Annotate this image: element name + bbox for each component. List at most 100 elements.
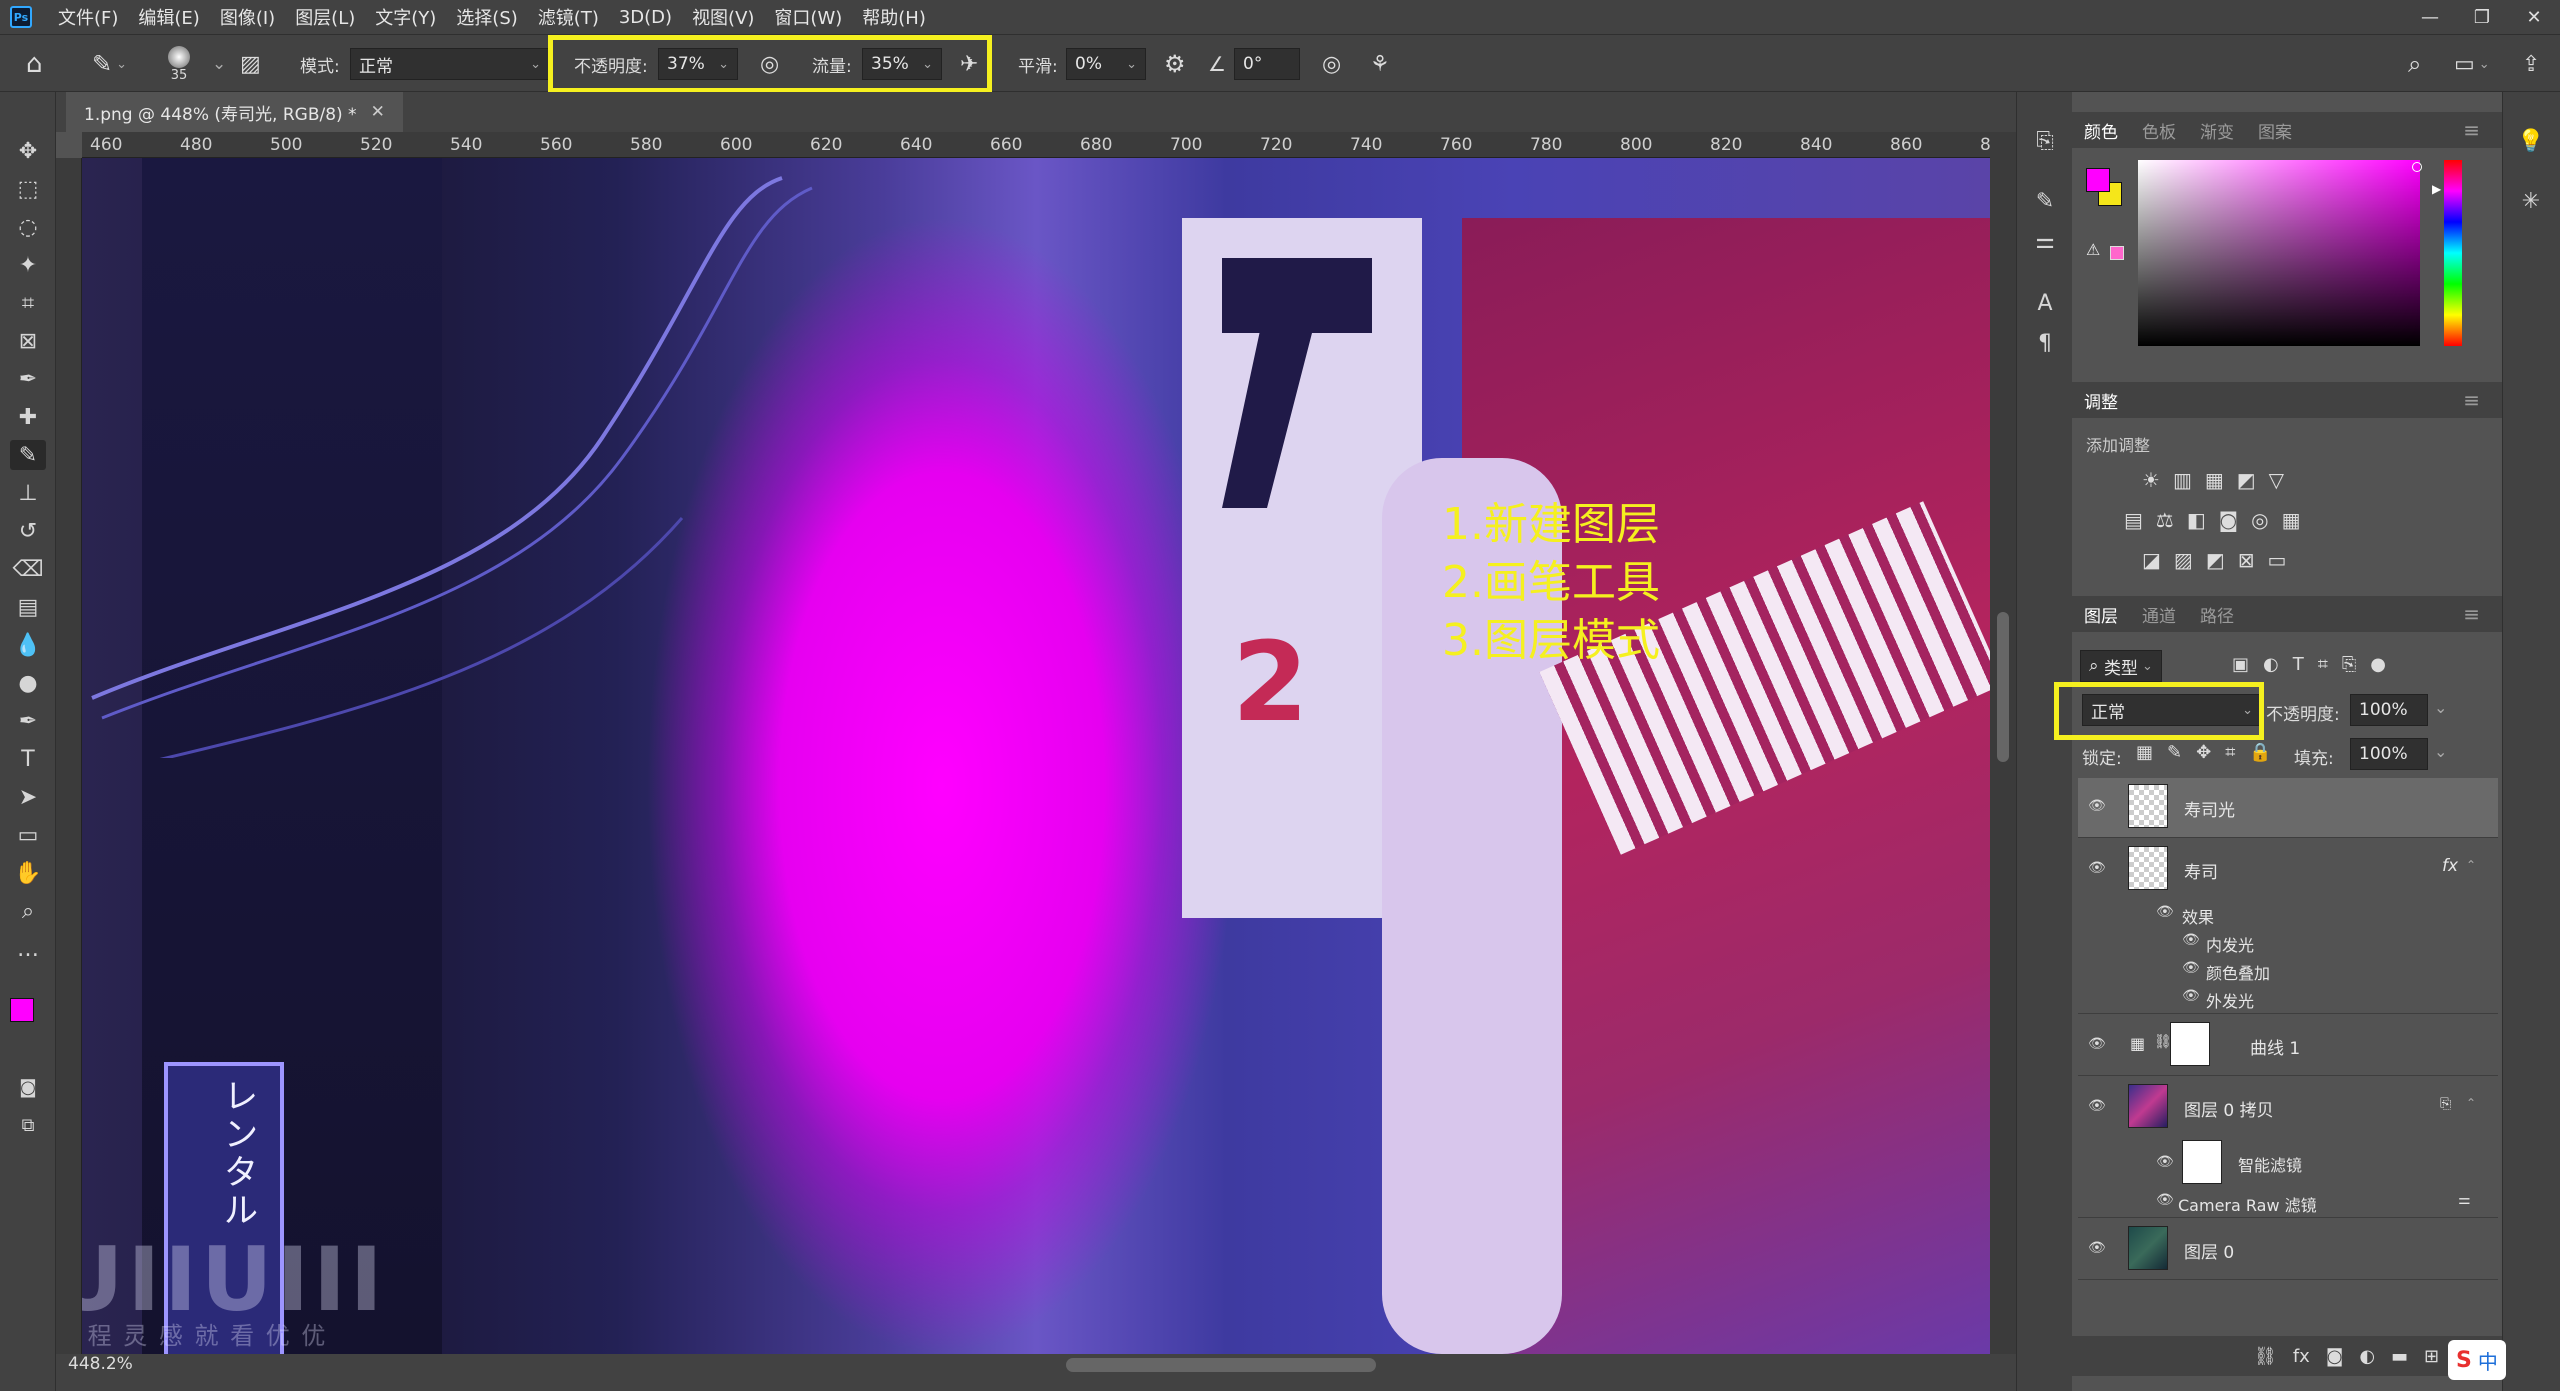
levels-icon[interactable]: ▥ [2173, 468, 2192, 492]
filter-options-icon[interactable]: ⚌ [2458, 1192, 2471, 1208]
link-layers-icon[interactable]: ⛓ [2254, 1346, 2277, 1367]
share-icon[interactable]: ⇪ [2522, 35, 2540, 93]
menu-filter[interactable]: 滤镜(T) [528, 4, 609, 30]
menu-type[interactable]: 文字(Y) [365, 4, 446, 30]
color-panel-foreground-swatch[interactable] [2086, 168, 2110, 192]
magic-wand-tool-icon[interactable]: ✦ [10, 250, 46, 280]
layer-row-sushi-light[interactable]: 👁 寿司光 [2078, 778, 2498, 838]
color-lookup-icon[interactable]: ▦ [2282, 508, 2301, 532]
screen-mode-icon[interactable]: ⧉ [10, 1110, 46, 1140]
gradient-map-icon[interactable]: ▭ [2267, 548, 2286, 572]
pressure-size-icon[interactable]: ◎ [1322, 35, 1341, 93]
vibrance-icon[interactable]: ▽ [2269, 468, 2284, 492]
fill-input[interactable]: 100% [2350, 738, 2428, 770]
symmetry-icon[interactable]: ⚘ [1370, 35, 1390, 93]
menu-help[interactable]: 帮助(H) [852, 4, 936, 30]
color-picker-cursor[interactable] [2412, 162, 2422, 172]
lock-pixels-icon[interactable]: ✎ [2167, 742, 2182, 763]
more-tools-icon[interactable]: … [10, 934, 46, 964]
photo-filter-icon[interactable]: ◙ [2219, 508, 2238, 532]
hue-slider-handle-icon[interactable]: ▶ [2432, 182, 2441, 196]
visibility-eye-icon[interactable]: 👁 [2088, 1036, 2106, 1052]
layer-name[interactable]: 寿司光 [2184, 796, 2235, 821]
sparkle-icon[interactable]: ✳ [2513, 186, 2549, 216]
search-icon[interactable]: ⌕ [2408, 35, 2421, 93]
zoom-tool-icon[interactable]: ⌕ [10, 896, 46, 926]
tab-patterns[interactable]: 图案 [2246, 118, 2304, 143]
exposure-icon[interactable]: ◩ [2237, 468, 2256, 492]
visibility-eye-icon[interactable]: 👁 [2182, 960, 2200, 976]
threshold-icon[interactable]: ◩ [2206, 548, 2225, 572]
close-icon[interactable]: ✕ [371, 102, 385, 122]
menu-view[interactable]: 视图(V) [682, 4, 764, 30]
stamp-tool-icon[interactable]: ⊥ [10, 478, 46, 508]
brush-tool-icon[interactable]: ✎ [10, 440, 46, 470]
layer-mask-thumbnail[interactable] [2170, 1022, 2210, 1066]
tab-channels[interactable]: 通道 [2130, 602, 2188, 627]
dodge-tool-icon[interactable]: ● [10, 668, 46, 698]
path-selection-tool-icon[interactable]: ➤ [10, 782, 46, 812]
brightness-icon[interactable]: ☀ [2142, 468, 2160, 492]
visibility-eye-icon[interactable]: 👁 [2088, 798, 2106, 814]
visibility-eye-icon[interactable]: 👁 [2088, 1240, 2106, 1256]
layer-name[interactable]: 图层 0 [2184, 1238, 2234, 1263]
lock-artboard-icon[interactable]: ⌗ [2225, 742, 2235, 763]
black-white-icon[interactable]: ◧ [2187, 508, 2206, 532]
pixel-filter-icon[interactable]: ▣ [2232, 654, 2249, 675]
visibility-eye-icon[interactable]: 👁 [2182, 932, 2200, 948]
lightbulb-icon[interactable]: 💡 [2513, 126, 2549, 156]
layer-opacity-input[interactable]: 100% [2350, 694, 2428, 726]
tab-gradients[interactable]: 渐变 [2188, 118, 2246, 143]
hand-tool-icon[interactable]: ✋ [10, 858, 46, 888]
brush-settings-panel-icon[interactable]: ▨ [240, 35, 261, 93]
new-group-icon[interactable]: ▬ [2391, 1346, 2408, 1367]
restore-icon[interactable]: ❐ [2456, 0, 2508, 34]
visibility-eye-icon[interactable]: 👁 [2156, 1154, 2174, 1170]
filter-toggle-icon[interactable]: ● [2370, 654, 2386, 675]
chevron-down-icon[interactable]: ⌄ [2434, 698, 2447, 717]
web-safe-color-swatch[interactable] [2110, 246, 2124, 260]
add-style-icon[interactable]: fx [2293, 1346, 2310, 1367]
add-mask-icon[interactable]: ◙ [2326, 1346, 2343, 1367]
visibility-eye-icon[interactable]: 👁 [2088, 1098, 2106, 1114]
panel-menu-icon[interactable]: ≡ [2451, 118, 2492, 142]
hue-slider[interactable] [2444, 160, 2462, 346]
menu-window[interactable]: 窗口(W) [764, 4, 852, 30]
canvas-image[interactable]: 2 レンタル 1.新建图层 2.画笔工具 3.图层模式 UIIUIII 教 程 … [82, 158, 1990, 1354]
lock-position-icon[interactable]: ✥ [2196, 742, 2211, 763]
brush-size-dropdown-icon[interactable]: ⌄ [212, 35, 226, 93]
healing-tool-icon[interactable]: ✚ [10, 402, 46, 432]
crop-tool-icon[interactable]: ⌗ [10, 288, 46, 318]
layer-name[interactable]: 曲线 1 [2250, 1034, 2300, 1059]
scroll-thumb[interactable] [1997, 612, 2009, 762]
shape-filter-icon[interactable]: ⌗ [2318, 654, 2328, 675]
layer-row-layer0[interactable]: 👁 图层 0 [2078, 1220, 2498, 1280]
filter-row-camera-raw[interactable]: 👁 Camera Raw 滤镜 ⚌ [2078, 1188, 2498, 1218]
tab-layers[interactable]: 图层 [2072, 602, 2130, 627]
new-adjustment-icon[interactable]: ◐ [2359, 1346, 2375, 1367]
chevron-down-icon[interactable]: ⌄ [2434, 742, 2447, 761]
brush-settings-icon[interactable]: ✎ [2027, 186, 2063, 216]
visibility-eye-icon[interactable]: 👁 [2088, 860, 2106, 876]
smart-filters-row[interactable]: 👁 智能滤镜 [2078, 1138, 2498, 1188]
properties-icon[interactable]: ⚌ [2027, 226, 2063, 256]
menu-layer[interactable]: 图层(L) [285, 4, 365, 30]
foreground-color-swatch[interactable] [10, 998, 34, 1022]
layer-row-layer0-copy[interactable]: 👁 图层 0 拷贝 ⎘ ⌃ [2078, 1078, 2498, 1138]
adjustment-filter-icon[interactable]: ◐ [2263, 654, 2279, 675]
gradient-tool-icon[interactable]: ▤ [10, 592, 46, 622]
brush-size-picker[interactable]: 35 [168, 35, 190, 93]
menu-image[interactable]: 图像(I) [210, 4, 285, 30]
rectangle-tool-icon[interactable]: ▭ [10, 820, 46, 850]
layer-name[interactable]: 图层 0 拷贝 [2184, 1096, 2274, 1121]
smoothing-input[interactable]: 0% ⌄ [1066, 48, 1146, 80]
visibility-eye-icon[interactable]: 👁 [2156, 1192, 2174, 1208]
menu-edit[interactable]: 编辑(E) [128, 4, 209, 30]
gear-icon[interactable]: ⚙ [1164, 35, 1186, 93]
posterize-icon[interactable]: ▨ [2174, 548, 2193, 572]
vertical-scrollbar[interactable] [1990, 132, 2016, 1354]
effect-row-color-overlay[interactable]: 👁 颜色叠加 [2078, 956, 2498, 984]
type-filter-icon[interactable]: T [2293, 654, 2304, 675]
quick-mask-icon[interactable]: ◙ [10, 1072, 46, 1102]
effect-name[interactable]: 外发光 [2206, 988, 2254, 1012]
